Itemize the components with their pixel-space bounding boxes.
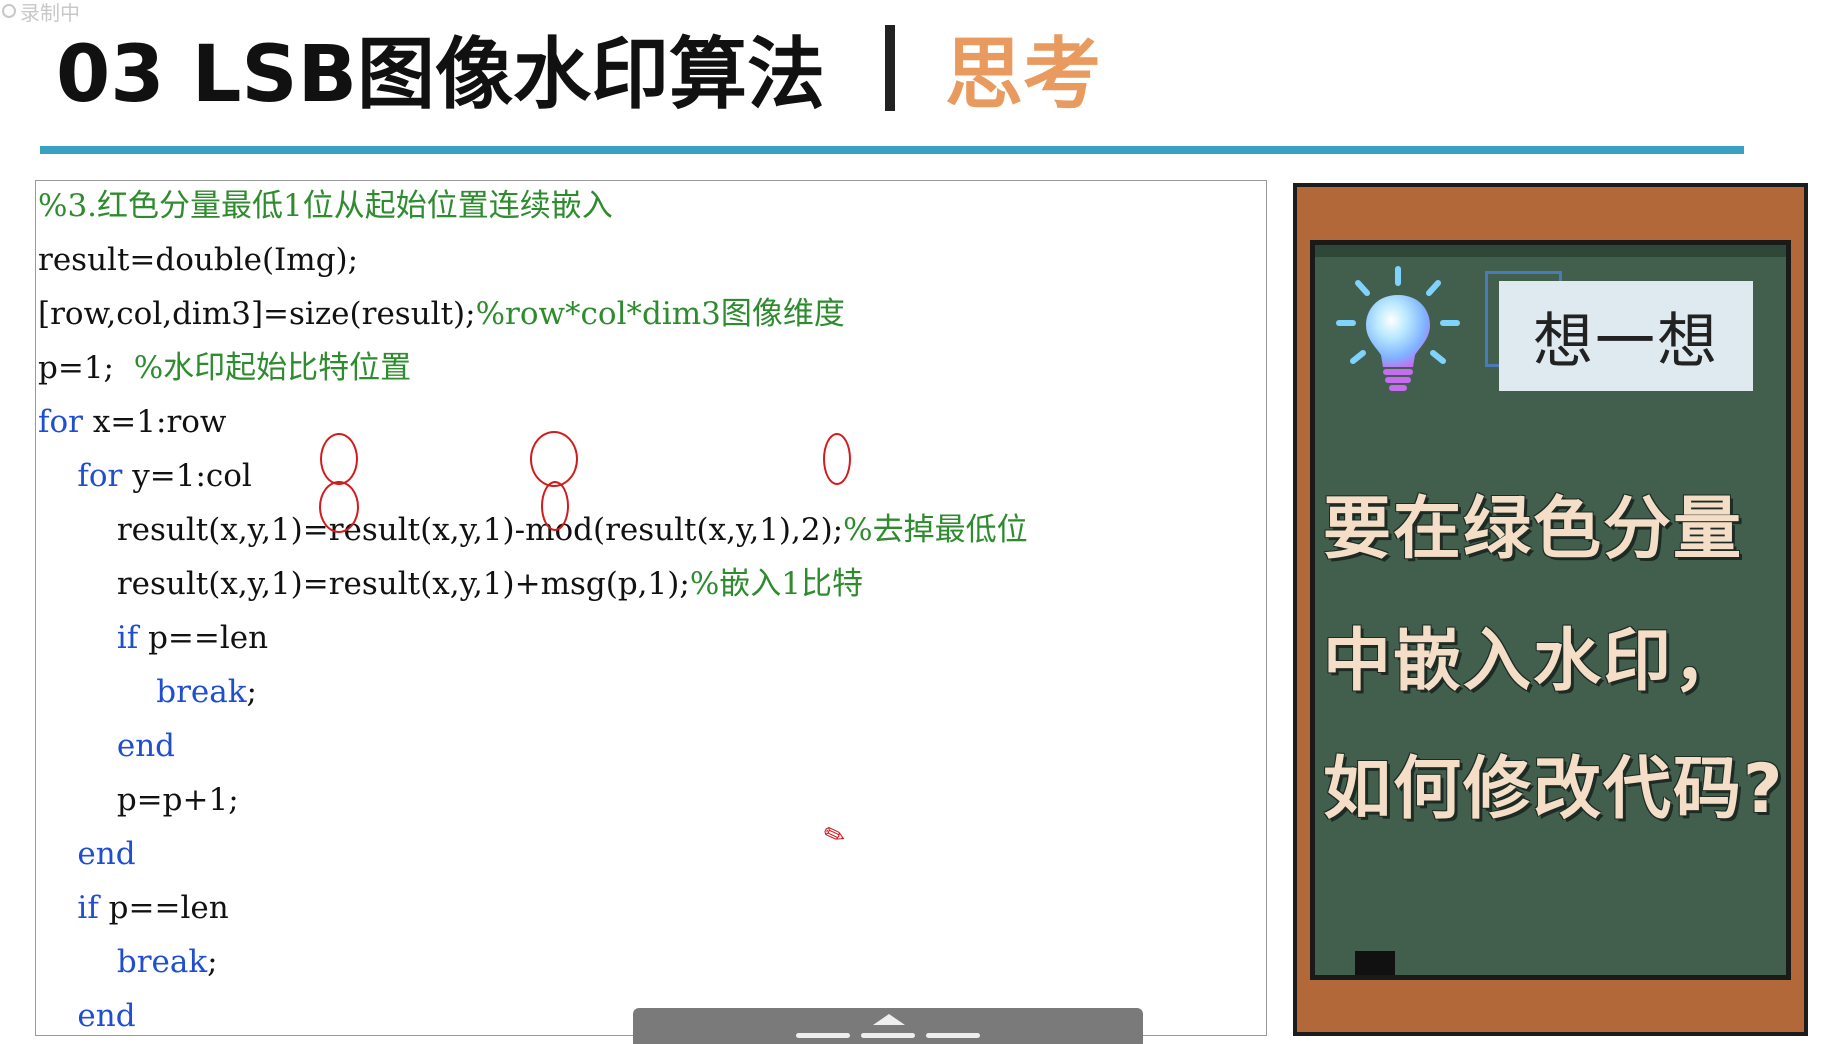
question-line: 中嵌入水印， xyxy=(1323,622,1744,701)
code-text: result(x,y,1)=result(x,y,1)-mod(result(x… xyxy=(38,512,844,548)
pen-annotation-circle xyxy=(530,431,578,487)
code-line: [row,col,dim3]=size(result);%row*col*dim… xyxy=(38,295,845,333)
code-text: y=1:col xyxy=(122,458,252,494)
code-text: p==len xyxy=(138,620,269,656)
think-card: 想一想 xyxy=(1499,281,1753,391)
slide-title: 03 LSB图像水印算法 思考 xyxy=(56,18,1101,120)
pen-annotation-circle xyxy=(541,481,569,531)
playback-handle xyxy=(796,1033,850,1038)
code-keyword: if xyxy=(116,620,139,656)
title-subtitle: 思考 xyxy=(945,30,1102,120)
code-keyword: break xyxy=(156,674,247,710)
blackboard-frame: 想一想 要在绿色分量 中嵌入水印， 如何修改代码? xyxy=(1293,183,1808,1036)
code-text: p=p+1; xyxy=(38,782,239,818)
code-line: break; xyxy=(38,673,257,711)
pen-annotation-circle xyxy=(823,433,851,485)
code-text: result(x,y,1)=result(x,y,1)+msg(p,1); xyxy=(38,566,690,602)
pen-annotation-circle xyxy=(319,481,359,533)
code-text: result=double(Img); xyxy=(38,242,359,278)
chevron-up-icon[interactable] xyxy=(873,1014,905,1025)
playback-controls[interactable] xyxy=(633,1008,1143,1044)
code-keyword: for xyxy=(38,404,83,440)
code-line: p=p+1; xyxy=(38,781,239,819)
code-line: if p==len xyxy=(38,619,268,657)
question-line: 要在绿色分量 xyxy=(1323,490,1744,569)
code-text: p==len xyxy=(98,890,229,926)
blackboard: 想一想 要在绿色分量 中嵌入水印， 如何修改代码? xyxy=(1310,240,1791,980)
code-line: break; xyxy=(38,943,218,981)
code-text: [row,col,dim3]=size(result); xyxy=(38,296,476,332)
title-separator xyxy=(885,25,896,111)
question-line: 如何修改代码? xyxy=(1323,750,1785,829)
title-text: 03 LSB图像水印算法 xyxy=(56,30,826,120)
title-underline xyxy=(40,146,1744,154)
code-keyword: end xyxy=(116,728,175,764)
code-keyword: end xyxy=(77,836,136,872)
code-comment: %3.红色分量最低1位从起始位置连续嵌入 xyxy=(38,188,613,224)
code-comment: %去掉最低位 xyxy=(843,512,1028,548)
code-keyword: for xyxy=(77,458,123,494)
code-text: x=1:row xyxy=(82,404,227,440)
lightbulb-icon xyxy=(1336,266,1460,391)
code-line: p=1; %水印起始比特位置 xyxy=(38,349,411,387)
playback-handle xyxy=(861,1033,915,1038)
code-line: if p==len xyxy=(38,889,229,927)
code-line: end xyxy=(38,997,136,1035)
code-keyword: end xyxy=(77,998,136,1034)
pen-cursor-icon: ✎ xyxy=(819,818,851,854)
code-comment: %嵌入1比特 xyxy=(689,566,863,602)
chalk-eraser xyxy=(1355,951,1395,975)
code-comment: %row*col*dim3图像维度 xyxy=(475,296,845,332)
playback-handle xyxy=(926,1033,980,1038)
code-line: result=double(Img); xyxy=(38,241,358,279)
code-keyword: if xyxy=(77,890,99,926)
code-comment: %水印起始比特位置 xyxy=(133,350,412,386)
code-text: p=1; xyxy=(38,350,134,386)
code-text: ; xyxy=(246,674,257,710)
code-line: result(x,y,1)=result(x,y,1)-mod(result(x… xyxy=(38,511,1028,549)
code-panel: %3.红色分量最低1位从起始位置连续嵌入 result=double(Img); [… xyxy=(35,180,1267,1036)
code-line: for y=1:col xyxy=(38,457,252,495)
code-line: %3.红色分量最低1位从起始位置连续嵌入 xyxy=(38,187,613,225)
code-keyword: break xyxy=(116,944,208,980)
record-icon xyxy=(2,4,16,18)
code-line: result(x,y,1)=result(x,y,1)+msg(p,1);%嵌入… xyxy=(38,565,863,603)
code-text: ; xyxy=(207,944,218,980)
code-line: for x=1:row xyxy=(38,403,226,441)
code-line: end xyxy=(38,727,175,765)
pen-annotation-circle xyxy=(320,433,358,485)
code-line: end xyxy=(38,835,136,873)
